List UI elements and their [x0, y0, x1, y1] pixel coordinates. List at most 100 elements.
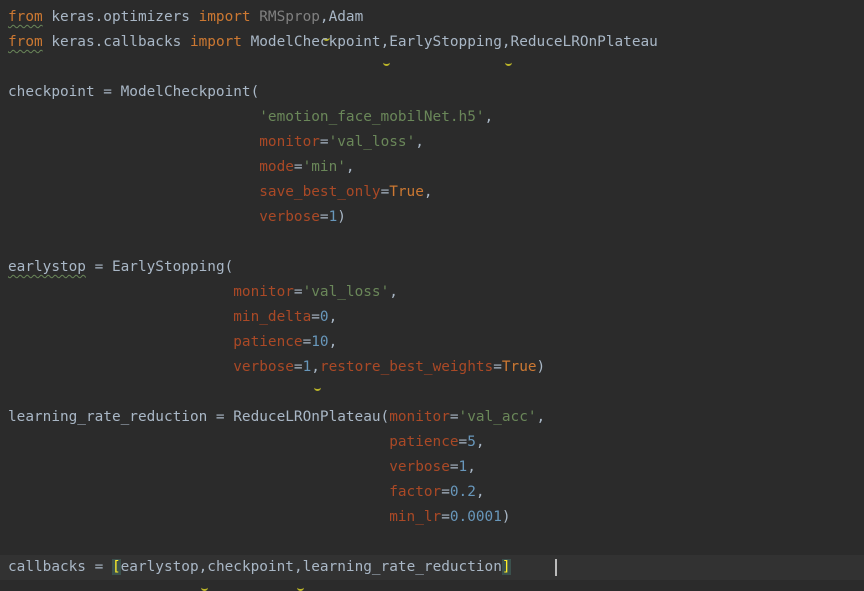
code-token: monitor — [389, 409, 450, 425]
code-line-content: factor=0.2, — [8, 480, 485, 505]
code-token: , — [198, 559, 208, 575]
code-line-content: min_lr=0.0001) — [8, 505, 510, 530]
code-line[interactable] — [0, 530, 864, 555]
code-token: , — [319, 9, 329, 25]
code-token: = — [441, 509, 450, 525]
code-line-content: verbose=1,restore_best_weights=True) — [8, 355, 546, 391]
code-token: , — [415, 134, 424, 150]
code-line[interactable]: learning_rate_reduction = ReduceLROnPlat… — [0, 405, 864, 430]
code-token: = — [380, 184, 390, 200]
code-token: , — [467, 459, 476, 475]
code-token: [ — [111, 559, 121, 575]
code-token: keras.callbacks — [42, 34, 190, 50]
code-token: = EarlyStopping( — [85, 259, 234, 275]
code-token: save_best_only — [259, 184, 381, 200]
code-line[interactable]: monitor='val_loss', — [0, 130, 864, 155]
code-line[interactable]: min_lr=0.0001) — [0, 505, 864, 530]
code-token: , — [484, 109, 494, 125]
code-token: ) — [536, 359, 546, 375]
code-token: earlystop — [8, 259, 86, 275]
code-token: = — [319, 134, 329, 150]
code-token: 1 — [458, 459, 468, 475]
code-line[interactable]: verbose=1,restore_best_weights=True) — [0, 355, 864, 391]
code-line[interactable]: save_best_only=True, — [0, 180, 864, 205]
code-line[interactable] — [0, 380, 864, 405]
code-token: verbose — [389, 459, 450, 475]
code-token: min_delta — [233, 309, 312, 325]
code-line[interactable]: callbacks = [earlystop,checkpoint,learni… — [0, 555, 864, 591]
code-token: EarlyStopping — [389, 34, 502, 50]
code-token: mode — [259, 159, 294, 175]
code-token: , — [475, 484, 485, 500]
code-token: 1 — [302, 359, 312, 375]
code-line-content: verbose=1, — [8, 455, 476, 480]
code-token: from — [8, 9, 43, 25]
code-token: 'val_loss' — [302, 284, 390, 300]
code-line-content: monitor='val_loss', — [8, 280, 398, 305]
code-token: = — [302, 334, 312, 350]
code-line-content: patience=5, — [8, 430, 484, 455]
code-token: RMSprop — [259, 9, 320, 25]
code-line[interactable]: patience=5, — [0, 430, 864, 455]
code-token: = — [449, 459, 459, 475]
code-token: = — [311, 309, 320, 325]
code-token: = — [319, 209, 329, 225]
code-line[interactable]: from keras.optimizers import RMSprop,Ada… — [0, 5, 864, 41]
code-token: = — [441, 484, 450, 500]
code-token: verbose — [259, 209, 320, 225]
code-line[interactable]: mode='min', — [0, 155, 864, 180]
code-token: = — [293, 284, 303, 300]
code-token: earlystop — [120, 559, 199, 575]
code-line-content: earlystop = EarlyStopping( — [8, 255, 233, 280]
code-token: callbacks = — [8, 559, 112, 575]
code-line[interactable]: verbose=1, — [0, 455, 864, 480]
code-token: monitor — [259, 134, 320, 150]
code-line[interactable]: verbose=1) — [0, 205, 864, 230]
code-line-content: checkpoint = ModelCheckpoint( — [8, 80, 259, 105]
code-token: patience — [389, 434, 459, 450]
code-token: True — [501, 359, 537, 375]
code-line[interactable]: from keras.callbacks import ModelCheckpo… — [0, 30, 864, 66]
code-line[interactable]: earlystop = EarlyStopping( — [0, 255, 864, 280]
code-token: ModelCheckpoint — [241, 34, 381, 50]
code-token: , — [328, 309, 338, 325]
code-line-content: from keras.callbacks import ModelCheckpo… — [8, 30, 658, 66]
code-token: = — [493, 359, 502, 375]
code-token: factor — [389, 484, 442, 500]
code-token: , — [501, 34, 511, 50]
code-token: checkpoint — [207, 559, 294, 575]
code-editor[interactable]: from keras.optimizers import RMSprop,Ada… — [0, 0, 864, 591]
code-token: checkpoint = ModelCheckpoint( — [8, 84, 260, 100]
code-token: min_lr — [389, 509, 442, 525]
code-line[interactable]: min_delta=0, — [0, 305, 864, 330]
code-token: 5 — [467, 434, 476, 450]
code-line-content: learning_rate_reduction = ReduceLROnPlat… — [8, 405, 545, 430]
code-token: 'min' — [302, 159, 346, 175]
code-line[interactable]: 'emotion_face_mobilNet.h5', — [0, 105, 864, 130]
code-line[interactable]: patience=10, — [0, 330, 864, 355]
text-caret — [555, 559, 557, 576]
code-token: 0.2 — [449, 484, 476, 500]
code-line[interactable] — [0, 230, 864, 255]
code-token: True — [389, 184, 424, 200]
code-token: , — [389, 284, 398, 300]
code-line[interactable]: factor=0.2, — [0, 480, 864, 505]
code-token: = — [458, 434, 468, 450]
code-line[interactable]: checkpoint = ModelCheckpoint( — [0, 80, 864, 105]
code-line[interactable]: monitor='val_loss', — [0, 280, 864, 305]
code-token: ReduceLROnPlateau — [510, 34, 658, 50]
code-line[interactable] — [0, 55, 864, 80]
code-token: learning_rate_reduction = ReduceLROnPlat… — [8, 409, 390, 425]
code-token: learning_rate_reduction — [302, 559, 502, 575]
code-token: 'emotion_face_mobilNet.h5' — [259, 109, 485, 125]
